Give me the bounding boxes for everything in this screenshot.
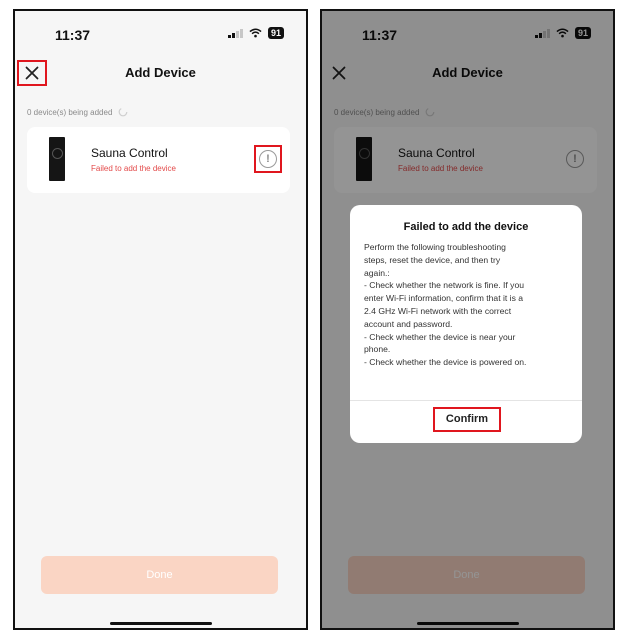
- battery-icon: 91: [267, 27, 284, 39]
- dialog-line: 2.4 GHz Wi-Fi network with the correct: [364, 305, 512, 316]
- status-time: 11:37: [55, 27, 91, 43]
- dialog-line: - Check whether the device is near your: [364, 331, 516, 342]
- dialog-message: Perform the following troubleshooting st…: [364, 241, 570, 369]
- dialog-divider: [350, 400, 582, 401]
- device-name: Sauna Control: [91, 146, 168, 160]
- done-button[interactable]: Done: [41, 556, 278, 594]
- status-icons: 91: [228, 27, 284, 39]
- dialog-line: - Check whether the device is powered on…: [364, 357, 527, 368]
- info-button[interactable]: !: [254, 145, 282, 173]
- device-card[interactable]: Sauna Control Failed to add the device !: [27, 127, 290, 193]
- home-indicator: [110, 622, 212, 625]
- dialog-title: Failed to add the device: [403, 221, 529, 233]
- spinner-icon: [118, 107, 128, 117]
- device-thumbnail: [49, 137, 65, 181]
- dialog-line: steps, reset the device, and then try: [364, 254, 501, 265]
- dialog-line: account and password.: [364, 318, 453, 329]
- wifi-icon: [249, 28, 262, 38]
- adding-progress: 0 device(s) being added: [27, 107, 128, 117]
- dialog-line: - Check whether the network is fine. If …: [364, 280, 525, 291]
- phone-screen-right: 11:37 91 Add Device 0 device(s) being ad…: [320, 9, 615, 630]
- confirm-button[interactable]: Confirm: [433, 407, 501, 432]
- status-bar: 11:37 91: [15, 11, 306, 55]
- signal-icon: [228, 28, 243, 38]
- progress-text: 0 device(s) being added: [27, 107, 113, 117]
- nav-bar: Add Device: [15, 55, 306, 89]
- dialog-line: phone.: [364, 344, 391, 355]
- page-title: Add Device: [125, 65, 196, 80]
- dialog-line: Perform the following troubleshooting: [364, 242, 506, 252]
- phone-screen-left: 11:37 91 Add Device 0 device(s) being ad…: [13, 9, 308, 630]
- error-dialog: Failed to add the device Perform the fol…: [350, 205, 582, 443]
- dialog-line: again.:: [364, 267, 390, 278]
- dialog-line: enter Wi-Fi information, confirm that it…: [364, 293, 524, 304]
- info-icon: !: [259, 150, 277, 168]
- device-status: Failed to add the device: [91, 164, 176, 173]
